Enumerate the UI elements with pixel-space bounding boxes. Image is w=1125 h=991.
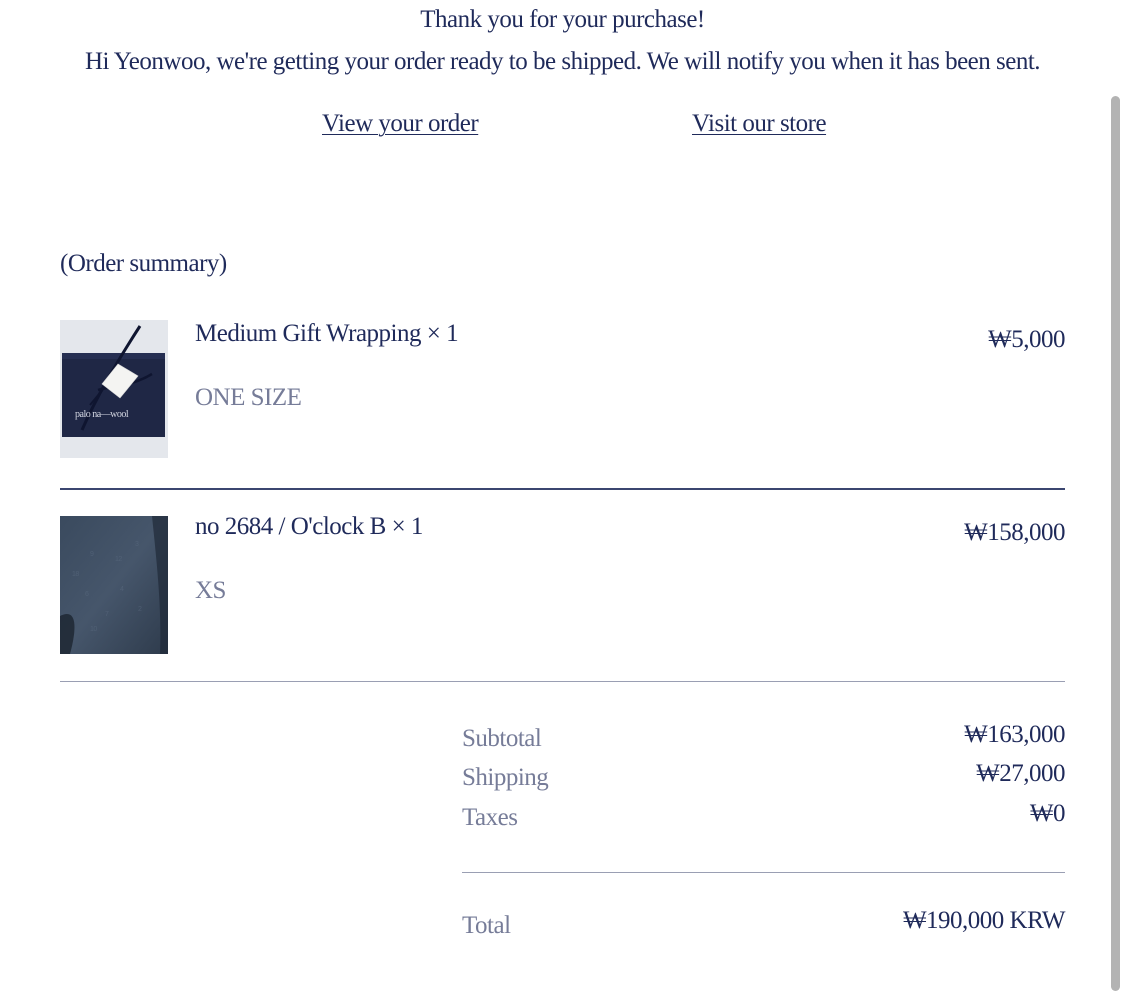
scrollbar-thumb[interactable] — [1111, 96, 1120, 991]
subtotal-value: ₩163,000 — [964, 721, 1065, 748]
item-divider — [60, 681, 1065, 682]
item-price: ₩158,000 — [964, 519, 1065, 546]
svg-text:4: 4 — [120, 586, 124, 593]
taxes-value: ₩0 — [1029, 800, 1066, 827]
svg-text:12: 12 — [115, 556, 122, 563]
svg-text:3: 3 — [135, 541, 139, 548]
view-order-link[interactable]: View your order — [322, 110, 479, 138]
scrollbar[interactable] — [1105, 96, 1125, 991]
item-variant: ONE SIZE — [195, 384, 302, 411]
svg-text:6: 6 — [85, 591, 89, 598]
svg-text:9: 9 — [90, 551, 94, 558]
shipping-label: Shipping — [462, 764, 549, 791]
item-name: Medium Gift Wrapping × 1 — [195, 320, 459, 347]
order-summary-title: (Order summary) — [60, 250, 227, 277]
svg-text:2: 2 — [138, 606, 142, 613]
order-item: palo na—wool Medium Gift Wrapping × 1 ON… — [60, 320, 1065, 462]
order-message: Hi Yeonwoo, we're getting your order rea… — [84, 48, 1041, 75]
item-name: no 2684 / O'clock B × 1 — [195, 513, 423, 540]
item-price: ₩5,000 — [988, 326, 1065, 353]
svg-text:7: 7 — [105, 611, 109, 618]
thank-you-heading: Thank you for your purchase! — [420, 6, 705, 33]
totals-divider — [462, 872, 1065, 873]
taxes-label: Taxes — [462, 804, 518, 831]
total-label: Total — [462, 912, 511, 939]
gift-wrap-brand-text: palo na—wool — [75, 409, 129, 420]
total-value: ₩190,000 KRW — [902, 907, 1066, 934]
svg-text:18: 18 — [72, 571, 79, 578]
knit-sweater-image: 18 9 12 3 6 4 7 2 10 — [60, 516, 168, 654]
shipping-value: ₩27,000 — [976, 760, 1065, 787]
order-item: 18 9 12 3 6 4 7 2 10 no 2684 / O'clock B… — [60, 513, 1065, 655]
item-divider — [60, 488, 1065, 490]
item-variant: XS — [195, 577, 226, 604]
visit-store-link[interactable]: Visit our store — [692, 110, 827, 138]
svg-text:10: 10 — [90, 626, 97, 633]
gift-wrapping-image: palo na—wool — [60, 320, 168, 458]
subtotal-label: Subtotal — [462, 725, 542, 752]
